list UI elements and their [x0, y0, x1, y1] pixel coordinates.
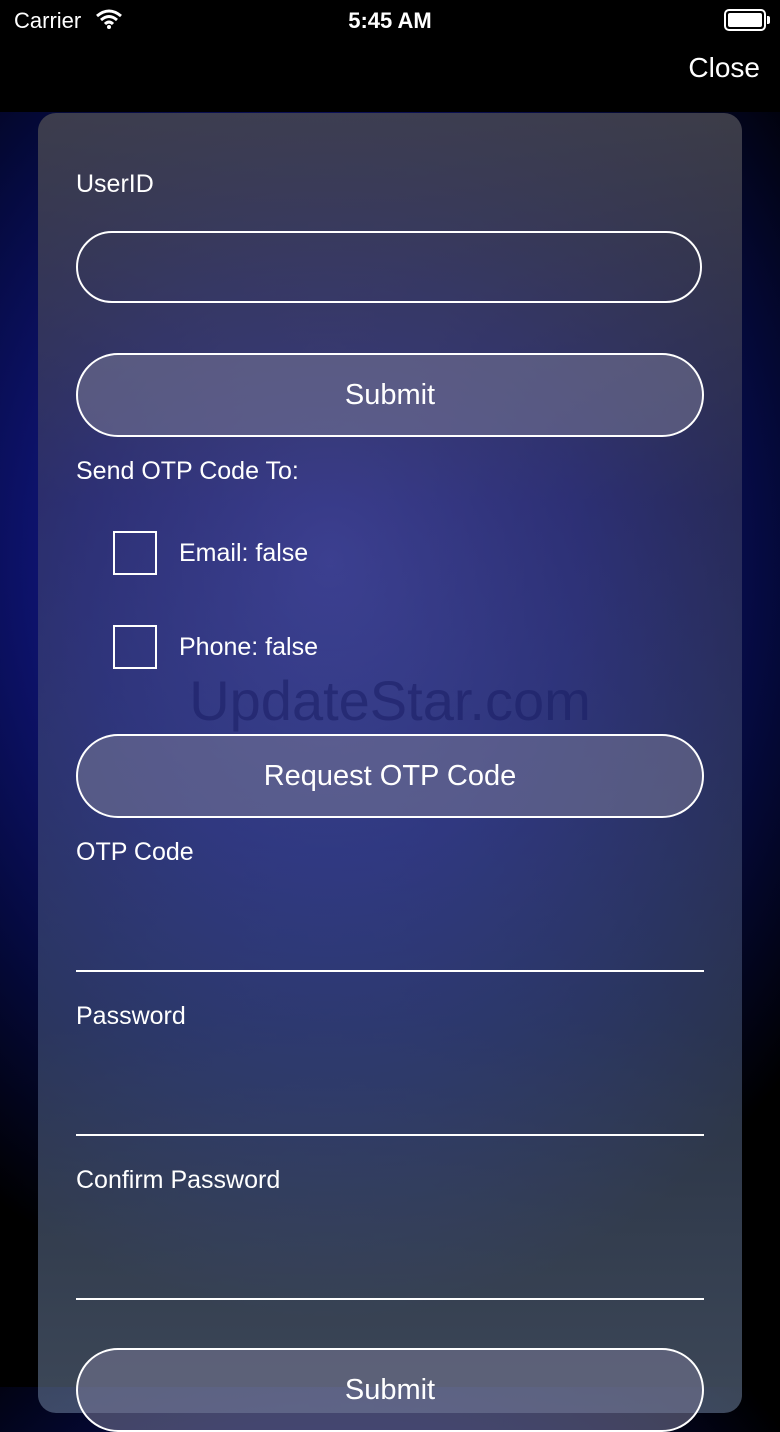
- otp-code-label: OTP Code: [76, 838, 194, 866]
- email-checkbox[interactable]: [113, 531, 157, 575]
- confirm-password-label: Confirm Password: [76, 1166, 281, 1194]
- send-otp-label: Send OTP Code To:: [76, 457, 299, 485]
- password-label: Password: [76, 1002, 186, 1030]
- final-submit-button[interactable]: Submit: [76, 1348, 704, 1432]
- email-option-label: Email: false: [179, 539, 309, 567]
- battery-icon: [724, 9, 770, 31]
- otp-code-field[interactable]: [76, 890, 704, 970]
- otp-code-underline: [76, 970, 704, 972]
- clock: 5:45 AM: [348, 8, 432, 33]
- status-bar: Carrier 5:45 AM: [0, 0, 780, 40]
- phone-checkbox[interactable]: [113, 625, 157, 669]
- password-field[interactable]: [76, 1054, 704, 1134]
- password-underline: [76, 1134, 704, 1136]
- close-button[interactable]: Close: [688, 52, 760, 84]
- userid-label: UserID: [76, 170, 154, 198]
- watermark: UpdateStar.com: [189, 669, 591, 732]
- request-otp-button[interactable]: Request OTP Code: [76, 734, 704, 818]
- userid-input[interactable]: [76, 231, 702, 303]
- confirm-password-underline: [76, 1298, 704, 1300]
- submit-button[interactable]: Submit: [76, 353, 704, 437]
- confirm-password-field[interactable]: [76, 1218, 704, 1298]
- top-bar: Carrier 5:45 AM Close: [0, 0, 780, 112]
- phone-option-label: Phone: false: [179, 633, 318, 661]
